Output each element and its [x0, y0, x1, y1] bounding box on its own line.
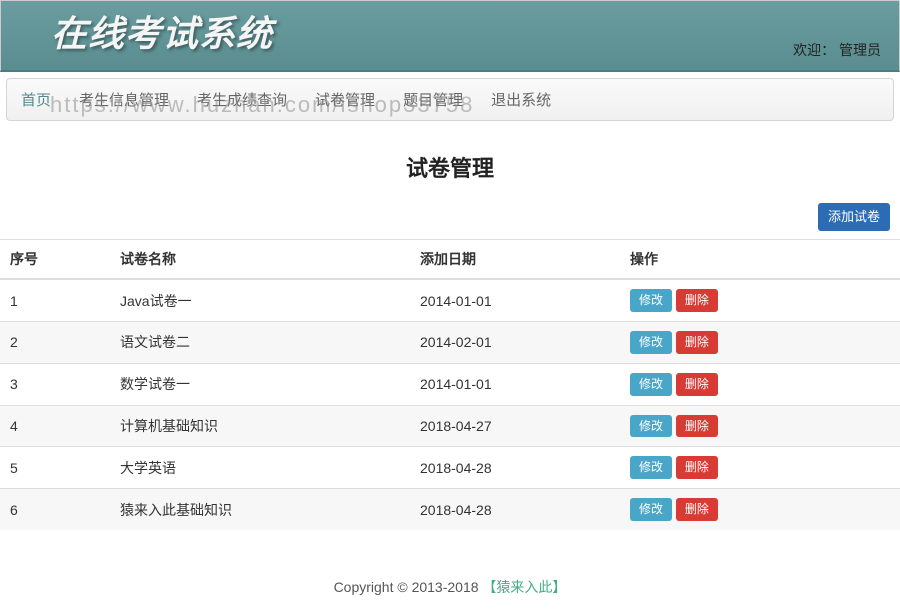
delete-button[interactable]: 删除: [676, 289, 718, 312]
cell-name: 数学试卷一: [110, 363, 410, 405]
cell-index: 3: [0, 363, 110, 405]
footer: Copyright © 2013-2018 【猿来入此】: [0, 565, 900, 609]
nav-home[interactable]: 首页: [21, 89, 51, 110]
cell-index: 6: [0, 489, 110, 530]
page-title: 试卷管理: [0, 151, 900, 183]
cell-name: 猿来入此基础知识: [110, 489, 410, 530]
nav-question-manage[interactable]: 题目管理: [403, 89, 463, 110]
cell-index: 1: [0, 279, 110, 321]
cell-actions: 修改 删除: [620, 405, 900, 447]
cell-name: Java试卷一: [110, 279, 410, 321]
th-name: 试卷名称: [110, 240, 410, 280]
welcome-user-link[interactable]: 管理员: [839, 42, 881, 58]
table-row: 4计算机基础知识2018-04-27修改 删除: [0, 405, 900, 447]
copyright-text: Copyright © 2013-2018: [334, 579, 483, 595]
table-row: 2语文试卷二2014-02-01修改 删除: [0, 321, 900, 363]
table-row: 6猿来入此基础知识2018-04-28修改 删除: [0, 489, 900, 530]
th-date: 添加日期: [410, 240, 620, 280]
th-index: 序号: [0, 240, 110, 280]
app-title: 在线考试系统: [16, 1, 884, 66]
cell-name: 计算机基础知识: [110, 405, 410, 447]
cell-actions: 修改 删除: [620, 489, 900, 530]
footer-link[interactable]: 【猿来入此】: [482, 579, 566, 595]
cell-date: 2014-01-01: [410, 363, 620, 405]
cell-index: 4: [0, 405, 110, 447]
nav-score-query[interactable]: 考生成绩查询: [197, 89, 287, 110]
nav-paper-manage[interactable]: 试卷管理: [315, 89, 375, 110]
table-row: 1Java试卷一2014-01-01修改 删除: [0, 279, 900, 321]
toolbar: 添加试卷: [0, 203, 900, 239]
edit-button[interactable]: 修改: [630, 289, 672, 312]
navbar: 首页 考生信息管理 考生成绩查询 试卷管理 题目管理 退出系统: [6, 78, 894, 121]
cell-actions: 修改 删除: [620, 321, 900, 363]
edit-button[interactable]: 修改: [630, 331, 672, 354]
header: 在线考试系统 欢迎： 管理员: [0, 0, 900, 72]
edit-button[interactable]: 修改: [630, 456, 672, 479]
cell-name: 大学英语: [110, 447, 410, 489]
cell-date: 2014-02-01: [410, 321, 620, 363]
cell-date: 2018-04-28: [410, 447, 620, 489]
edit-button[interactable]: 修改: [630, 498, 672, 521]
edit-button[interactable]: 修改: [630, 415, 672, 438]
table-row: 3数学试卷一2014-01-01修改 删除: [0, 363, 900, 405]
welcome-text: 欢迎： 管理员: [793, 40, 881, 60]
cell-actions: 修改 删除: [620, 447, 900, 489]
cell-date: 2018-04-28: [410, 489, 620, 530]
delete-button[interactable]: 删除: [676, 456, 718, 479]
welcome-prefix: 欢迎：: [793, 42, 835, 58]
cell-actions: 修改 删除: [620, 279, 900, 321]
papers-table: 序号 试卷名称 添加日期 操作 1Java试卷一2014-01-01修改 删除2…: [0, 239, 900, 530]
add-paper-button[interactable]: 添加试卷: [818, 203, 890, 231]
table-row: 5大学英语2018-04-28修改 删除: [0, 447, 900, 489]
cell-index: 5: [0, 447, 110, 489]
th-actions: 操作: [620, 240, 900, 280]
delete-button[interactable]: 删除: [676, 331, 718, 354]
cell-date: 2018-04-27: [410, 405, 620, 447]
delete-button[interactable]: 删除: [676, 373, 718, 396]
cell-name: 语文试卷二: [110, 321, 410, 363]
delete-button[interactable]: 删除: [676, 415, 718, 438]
nav-logout[interactable]: 退出系统: [491, 89, 551, 110]
cell-date: 2014-01-01: [410, 279, 620, 321]
cell-actions: 修改 删除: [620, 363, 900, 405]
edit-button[interactable]: 修改: [630, 373, 672, 396]
nav-student-info[interactable]: 考生信息管理: [79, 89, 169, 110]
delete-button[interactable]: 删除: [676, 498, 718, 521]
cell-index: 2: [0, 321, 110, 363]
